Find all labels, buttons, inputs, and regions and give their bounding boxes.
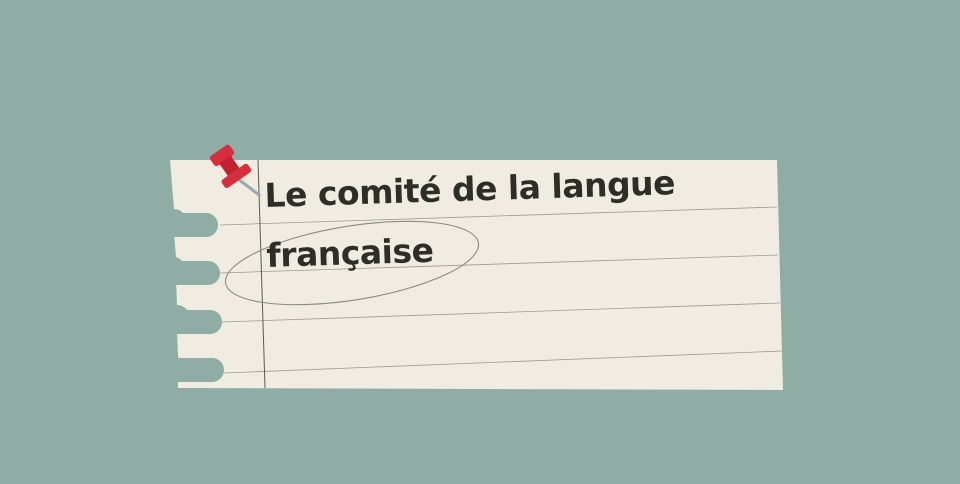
note-line-2: française — [265, 230, 434, 275]
notepad-sheet: Le comité de la langue française — [160, 144, 800, 405]
